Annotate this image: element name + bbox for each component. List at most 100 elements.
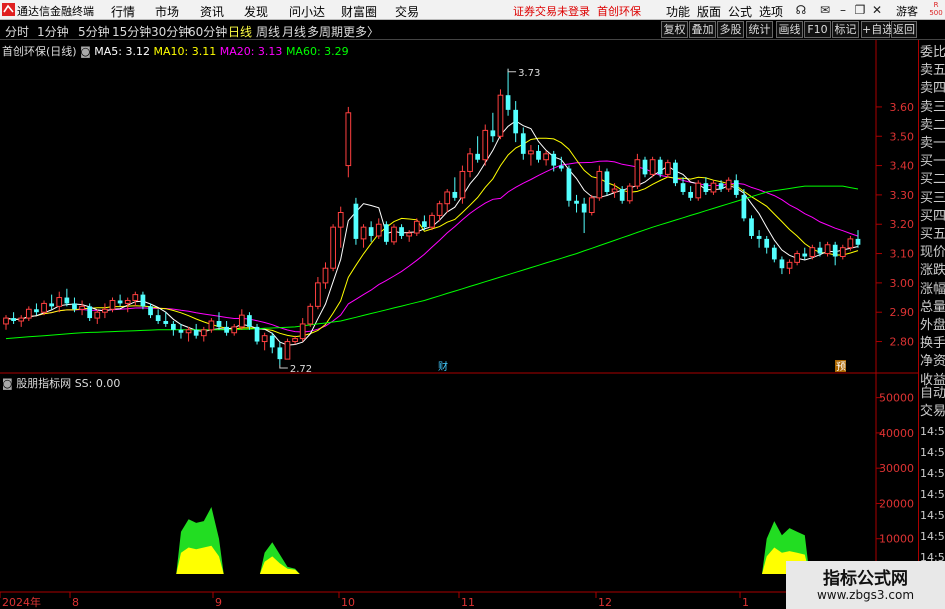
candle: [467, 147, 473, 178]
tool-draw-line[interactable]: 画线: [776, 21, 803, 38]
quote-label: 买二: [920, 172, 945, 188]
candle-body: [832, 244, 838, 257]
candle: [505, 68, 511, 116]
candle: [497, 89, 504, 140]
candle-body: [505, 95, 511, 110]
candle-body: [588, 197, 595, 213]
candle: [794, 250, 801, 266]
candle: [353, 197, 359, 245]
time-axis-label: 9: [215, 596, 222, 609]
candle-body: [444, 191, 451, 205]
period-weekly[interactable]: 周线: [256, 23, 280, 40]
kline-chart[interactable]: 3.60 3.50 3.40 3.30 3.20 3.10 3.00 2.90 2.80 5000…: [0, 40, 918, 609]
candle-body: [299, 323, 306, 340]
menu-quotes[interactable]: 行情: [111, 3, 135, 20]
ma5-line: [5, 120, 859, 346]
tool-statistics[interactable]: 统计: [746, 21, 773, 38]
candle-body: [574, 200, 579, 204]
guest-label[interactable]: 游客: [896, 3, 918, 19]
candle-body: [566, 168, 572, 201]
candle: [642, 156, 648, 178]
candle: [224, 321, 229, 336]
period-more[interactable]: 更多〉: [343, 23, 379, 40]
tick-time: 14:56: [920, 425, 945, 438]
period-1min[interactable]: 1分钟: [37, 23, 69, 40]
candle-body: [140, 294, 146, 307]
candle: [839, 244, 846, 260]
candle-body: [155, 315, 161, 322]
candle-body: [360, 226, 367, 240]
period-daily[interactable]: 日线: [228, 23, 252, 40]
candle-body: [34, 309, 39, 313]
candle-body: [847, 238, 854, 249]
trade-login-notice[interactable]: 证券交易未登录 首创环保: [513, 3, 641, 19]
period-30min[interactable]: 30分钟: [151, 23, 190, 40]
auto-trade-label[interactable]: 自动: [920, 385, 945, 403]
menu-formula[interactable]: 公式: [728, 3, 752, 20]
candle: [18, 315, 25, 327]
headset-icon[interactable]: ☊: [794, 3, 808, 17]
candle: [764, 235, 770, 254]
candle: [368, 221, 374, 242]
candle: [284, 338, 291, 360]
candle: [634, 153, 641, 190]
menu-market[interactable]: 市场: [155, 3, 179, 20]
tool-restore-rights[interactable]: 复权: [661, 21, 688, 38]
candle: [749, 215, 754, 239]
menu-ask[interactable]: 问小达: [289, 3, 325, 20]
candle: [802, 247, 808, 260]
candle-body: [664, 162, 671, 175]
envelope-icon[interactable]: ✉: [818, 3, 832, 17]
menu-trade[interactable]: 交易: [395, 3, 419, 20]
tool-add-favorite[interactable]: +自选: [861, 21, 893, 38]
candle: [238, 309, 245, 330]
candle-body: [94, 311, 101, 319]
tool-overlay[interactable]: 叠加: [689, 21, 716, 38]
candle-body: [725, 179, 732, 190]
tool-mark[interactable]: 标记: [832, 21, 859, 38]
forecast-marker: 预: [836, 361, 846, 373]
candle: [824, 241, 831, 257]
menu-options[interactable]: 选项: [759, 3, 783, 20]
candle: [733, 174, 739, 198]
candle: [322, 262, 329, 289]
menu-function[interactable]: 功能: [666, 3, 690, 20]
tool-f10[interactable]: F10: [804, 21, 831, 38]
candle-body: [322, 267, 329, 284]
restore-icon[interactable]: ❐: [853, 3, 867, 17]
candle: [79, 300, 85, 316]
period-15min[interactable]: 15分钟: [112, 23, 151, 40]
candle-body: [345, 112, 352, 167]
menu-layout[interactable]: 版面: [697, 3, 721, 20]
close-icon[interactable]: ✕: [870, 3, 884, 17]
minimize-icon[interactable]: –: [836, 3, 850, 17]
tool-multi-stock[interactable]: 多股: [717, 21, 744, 38]
candle: [200, 326, 207, 342]
time-axis-label: 10: [341, 596, 355, 609]
candle-body: [718, 183, 724, 190]
period-multi[interactable]: 多周期: [307, 23, 343, 40]
candle: [360, 224, 367, 248]
tool-back[interactable]: 返回: [891, 21, 917, 38]
candle: [269, 332, 275, 354]
period-monthly[interactable]: 月线: [282, 23, 306, 40]
auto-trade-label[interactable]: 交易: [920, 403, 945, 421]
candle-body: [824, 244, 831, 255]
candle-body: [200, 329, 207, 337]
menu-news[interactable]: 资讯: [200, 3, 224, 20]
watermark-url: www.zbgs3.com: [816, 588, 915, 602]
candle: [64, 288, 70, 307]
tick-time: 14:56: [920, 530, 945, 543]
period-timeshare[interactable]: 分时: [5, 23, 29, 40]
candle-body: [794, 253, 801, 263]
menu-wealth[interactable]: 财富圈: [341, 3, 377, 20]
candle-body: [64, 297, 70, 304]
candle: [459, 165, 466, 204]
candle-body: [208, 320, 215, 331]
candle-body: [520, 133, 526, 154]
period-5min[interactable]: 5分钟: [78, 23, 110, 40]
period-60min[interactable]: 60分钟: [188, 23, 227, 40]
indicator-axis-label: 10000: [879, 533, 914, 546]
menu-discover[interactable]: 发现: [244, 3, 268, 20]
candle-body: [802, 253, 808, 257]
